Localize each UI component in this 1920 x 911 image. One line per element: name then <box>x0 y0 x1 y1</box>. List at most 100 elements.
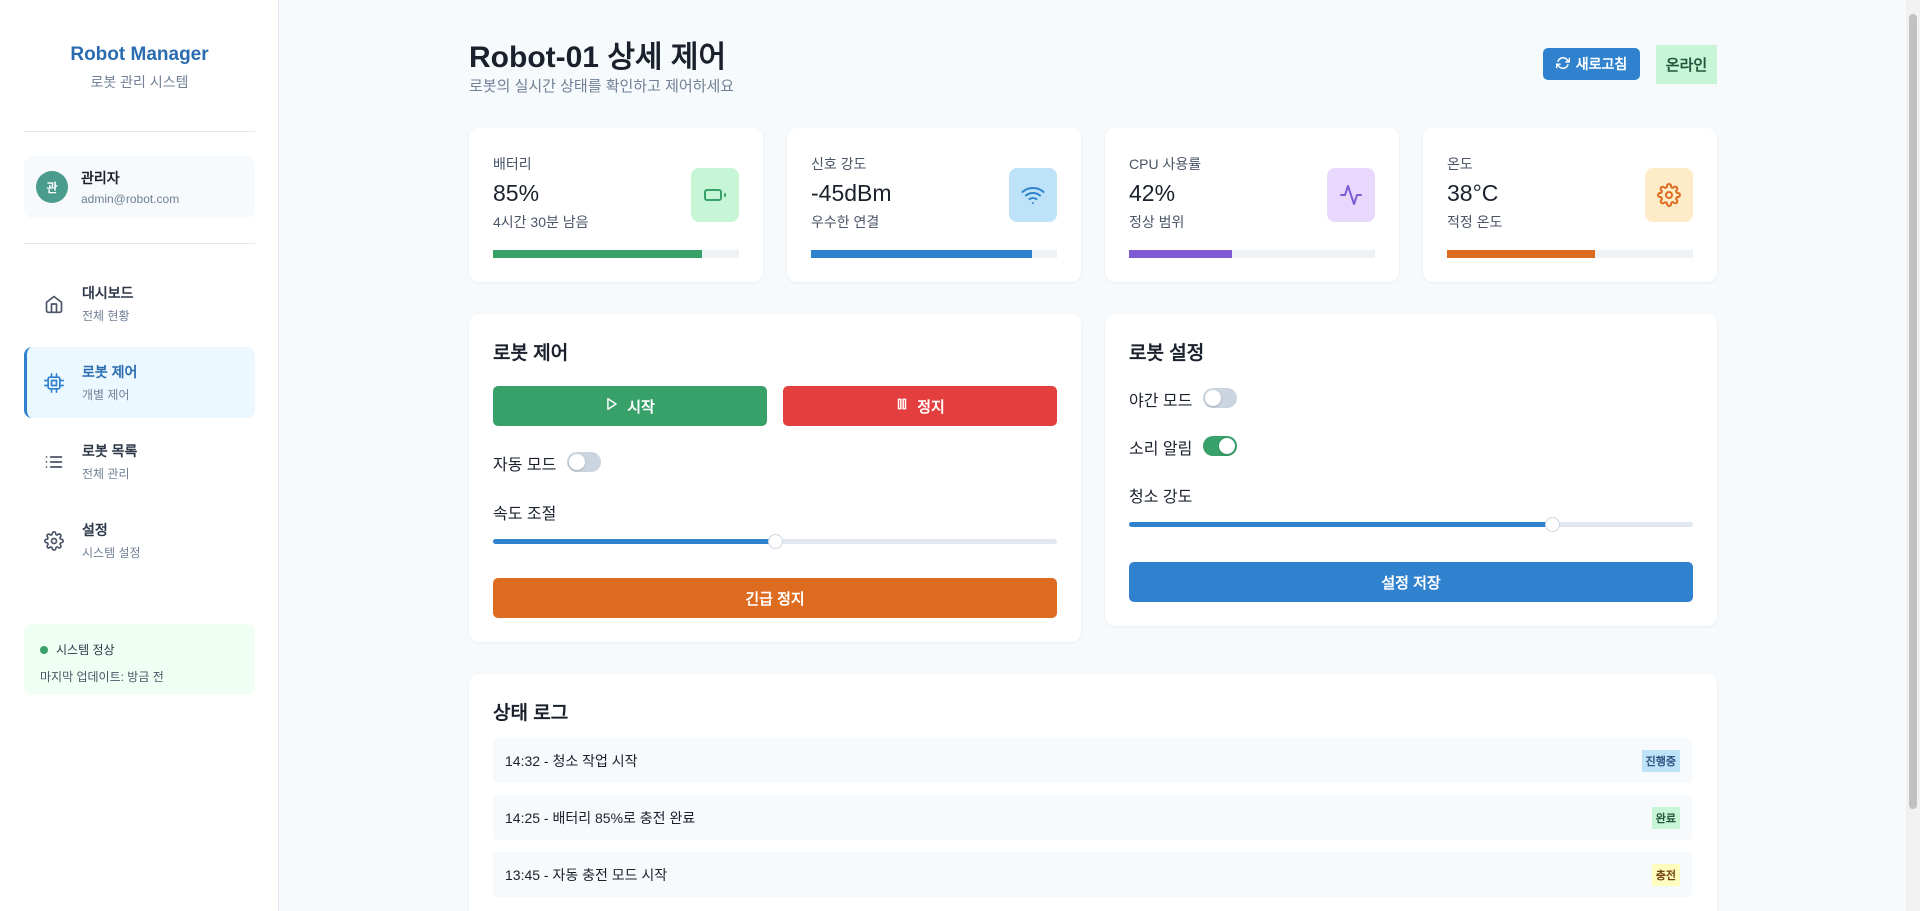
sidebar-item-sub: 시스템 설정 <box>82 546 141 560</box>
stat-progress-bar <box>1447 250 1693 258</box>
start-label: 시작 <box>627 398 655 416</box>
stat-progress-fill <box>811 250 1033 258</box>
slider-thumb[interactable] <box>1545 517 1560 532</box>
stat-card-temperature: 온도 38°C 적정 온도 <box>1423 128 1717 282</box>
gear-icon <box>44 530 64 551</box>
log-item: 14:32 - 청소 작업 시작 진행중 <box>493 738 1692 783</box>
sound-alert-label: 소리 알림 <box>1129 441 1193 458</box>
sound-alert-toggle[interactable] <box>1203 436 1237 456</box>
activity-icon <box>1327 168 1375 222</box>
stat-value: 85% <box>493 180 540 206</box>
page-subtitle: 로봇의 실시간 상태를 확인하고 제어하세요 <box>469 78 735 95</box>
sidebar-item-settings[interactable]: 설정 시스템 설정 <box>24 505 255 576</box>
stat-progress-bar <box>1129 250 1375 258</box>
section-title: 로봇 제어 <box>493 343 569 364</box>
stat-progress-bar <box>811 250 1057 258</box>
stat-card-battery: 배터리 85% 4시간 30분 남음 <box>469 128 763 282</box>
wifi-icon <box>1009 168 1057 222</box>
gear-icon <box>1645 168 1693 222</box>
clean-strength-slider[interactable] <box>1129 517 1693 532</box>
slider-fill <box>1129 522 1552 527</box>
stop-label: 정지 <box>917 398 945 416</box>
night-mode-label: 야간 모드 <box>1129 393 1193 410</box>
stat-value: 38°C <box>1447 180 1499 206</box>
slider-thumb[interactable] <box>768 534 783 549</box>
sidebar-item-label: 대시보드 <box>82 285 134 301</box>
stat-label: 온도 <box>1447 156 1473 172</box>
speed-slider[interactable] <box>493 534 1057 549</box>
sidebar-item-robot-list[interactable]: 로봇 목록 전체 관리 <box>24 426 255 497</box>
battery-icon <box>691 168 739 222</box>
user-name: 관리자 <box>81 170 120 186</box>
stat-label: 신호 강도 <box>811 156 867 172</box>
pause-icon <box>895 397 909 415</box>
toggle-knob <box>1205 390 1221 406</box>
slider-fill <box>493 539 775 544</box>
stat-progress-fill <box>1129 250 1233 258</box>
sidebar-divider <box>24 243 255 244</box>
stat-value: 42% <box>1129 180 1176 206</box>
status-badge: 온라인 <box>1656 45 1717 84</box>
sidebar-divider <box>24 131 255 132</box>
list-icon <box>44 452 64 472</box>
log-item: 13:45 - 자동 충전 모드 시작 충전 <box>493 852 1692 897</box>
system-status: 시스템 정상 마지막 업데이트: 방금 전 <box>24 624 255 695</box>
brand-subtitle: 로봇 관리 시스템 <box>90 74 189 90</box>
page-title: Robot-01 상세 제어 <box>469 41 727 74</box>
sidebar-item-label: 로봇 제어 <box>82 364 138 380</box>
night-mode-toggle[interactable] <box>1203 388 1237 408</box>
stat-sub: 우수한 연결 <box>811 214 880 230</box>
sidebar-item-label: 설정 <box>82 522 108 538</box>
stat-sub: 정상 범위 <box>1129 214 1185 230</box>
stat-card-cpu: CPU 사용률 42% 정상 범위 <box>1105 128 1399 282</box>
stat-label: 배터리 <box>493 156 532 172</box>
user-info: 관리자 admin@robot.com <box>81 168 179 206</box>
avatar: 관 <box>36 171 68 203</box>
last-update-text: 마지막 업데이트: 방금 전 <box>40 670 164 684</box>
toggle-knob <box>569 454 585 470</box>
log-status-badge: 충전 <box>1651 863 1680 886</box>
sidebar-item-sub: 전체 현황 <box>82 309 130 323</box>
auto-mode-label: 자동 모드 <box>493 457 557 474</box>
home-icon <box>44 294 64 314</box>
refresh-label: 새로고침 <box>1575 56 1628 72</box>
section-title: 로봇 설정 <box>1129 343 1205 364</box>
clean-strength-label: 청소 강도 <box>1129 489 1193 506</box>
log-item: 14:25 - 배터리 85%로 충전 완료 완료 <box>493 795 1692 840</box>
save-settings-button[interactable]: 설정 저장 <box>1129 562 1693 602</box>
sidebar-item-dashboard[interactable]: 대시보드 전체 현황 <box>24 268 255 339</box>
brand-title[interactable]: Robot Manager <box>0 44 279 66</box>
cpu-icon <box>44 372 64 393</box>
log-text: 14:32 - 청소 작업 시작 <box>505 752 638 769</box>
log-text: 14:25 - 배터리 85%로 충전 완료 <box>505 809 696 826</box>
stop-button[interactable]: 정지 <box>783 386 1057 426</box>
log-text: 13:45 - 자동 충전 모드 시작 <box>505 866 668 883</box>
system-status-text: 시스템 정상 <box>56 643 115 657</box>
speed-label: 속도 조절 <box>493 506 557 523</box>
start-button[interactable]: 시작 <box>493 386 767 426</box>
stat-progress-bar <box>493 250 739 258</box>
toggle-knob <box>1219 438 1235 454</box>
status-dot-icon <box>40 645 48 654</box>
auto-mode-toggle[interactable] <box>567 452 601 472</box>
stat-card-signal: 신호 강도 -45dBm 우수한 연결 <box>787 128 1081 282</box>
sidebar: Robot Manager 로봇 관리 시스템 관 관리자 admin@robo… <box>0 0 279 911</box>
refresh-button[interactable]: 새로고침 <box>1543 48 1640 80</box>
play-icon <box>605 397 619 415</box>
log-status-badge: 진행중 <box>1641 749 1680 772</box>
sidebar-item-sub: 개별 제어 <box>82 388 130 402</box>
sidebar-item-sub: 전체 관리 <box>82 467 130 481</box>
sidebar-item-label: 로봇 목록 <box>82 443 138 459</box>
user-card[interactable]: 관 관리자 admin@robot.com <box>24 156 255 218</box>
status-log-card: 상태 로그 14:32 - 청소 작업 시작 진행중 14:25 - 배터리 8… <box>469 674 1717 911</box>
brand: Robot Manager 로봇 관리 시스템 <box>0 44 279 92</box>
robot-control-card: 로봇 제어 시작 정지 자동 모드 속도 조절 긴급 정지 <box>469 314 1081 642</box>
emergency-stop-button[interactable]: 긴급 정지 <box>493 578 1057 618</box>
stat-progress-fill <box>1447 250 1595 258</box>
stat-sub: 적정 온도 <box>1447 214 1503 230</box>
stat-value: -45dBm <box>811 180 892 206</box>
robot-settings-card: 로봇 설정 야간 모드 소리 알림 청소 강도 설정 저장 <box>1105 314 1717 626</box>
stat-sub: 4시간 30분 남음 <box>493 214 589 230</box>
sidebar-item-robot-control[interactable]: 로봇 제어 개별 제어 <box>24 347 255 418</box>
scrollbar-thumb[interactable] <box>1909 14 1917 809</box>
